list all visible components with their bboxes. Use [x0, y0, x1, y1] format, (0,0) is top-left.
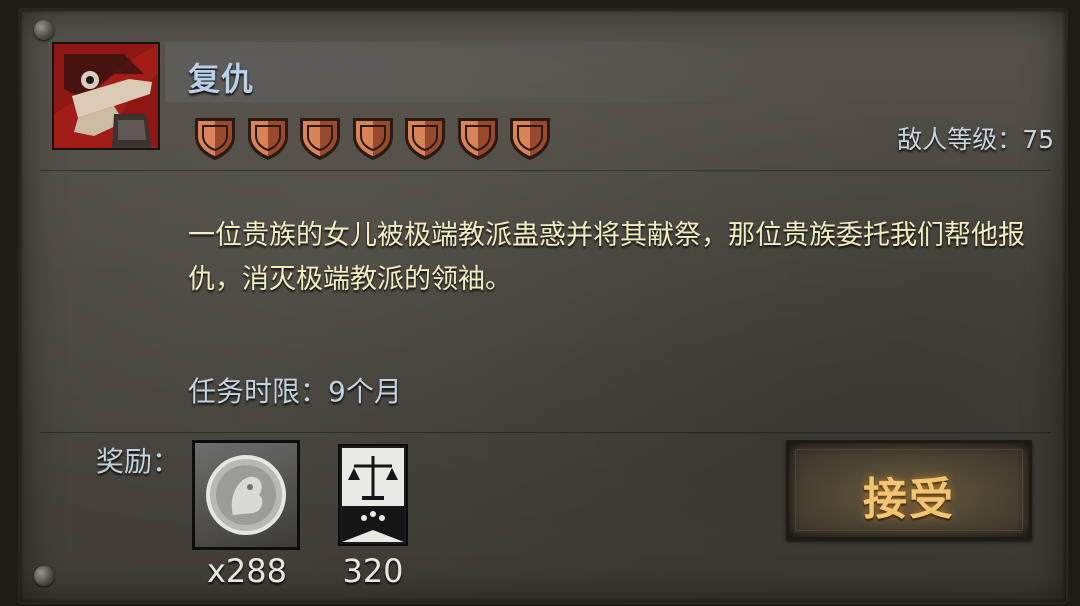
accept-button[interactable]: 接受: [786, 440, 1032, 540]
nail-icon: [34, 20, 54, 40]
nail-icon: [34, 566, 54, 586]
shield-icon: [348, 112, 398, 162]
reward-count: x288: [206, 552, 287, 590]
silver-coin-icon[interactable]: [192, 440, 300, 550]
shield-icon: [295, 112, 345, 162]
justice-banner-icon[interactable]: [338, 444, 408, 546]
reward-count: 320: [342, 552, 404, 590]
enemy-level: 敌人等级：75: [897, 125, 1054, 154]
hero-portrait-icon: [52, 42, 160, 150]
quest-description: 一位贵族的女儿被极端教派蛊惑并将其献祭，那位贵族委托我们帮他报仇，消灭极端教派的…: [188, 220, 1025, 295]
quest-dialog: 复仇 敌人等级：75 一位贵族的女儿被极端教派蛊惑并将其献祭，那位贵族委托我们帮…: [0, 0, 1080, 606]
quest-title: 复仇: [188, 60, 255, 98]
accept-label: 接受: [863, 474, 955, 525]
shield-icon: [190, 112, 240, 162]
shield-icon: [505, 112, 555, 162]
divider: [40, 432, 1050, 433]
shield-icon: [243, 112, 293, 162]
shield-icon: [453, 112, 503, 162]
reward-label: 奖励：: [96, 445, 181, 478]
divider: [40, 170, 1050, 171]
shield-icon: [400, 112, 450, 162]
quest-time-limit: 任务时限：9个月: [188, 375, 402, 408]
